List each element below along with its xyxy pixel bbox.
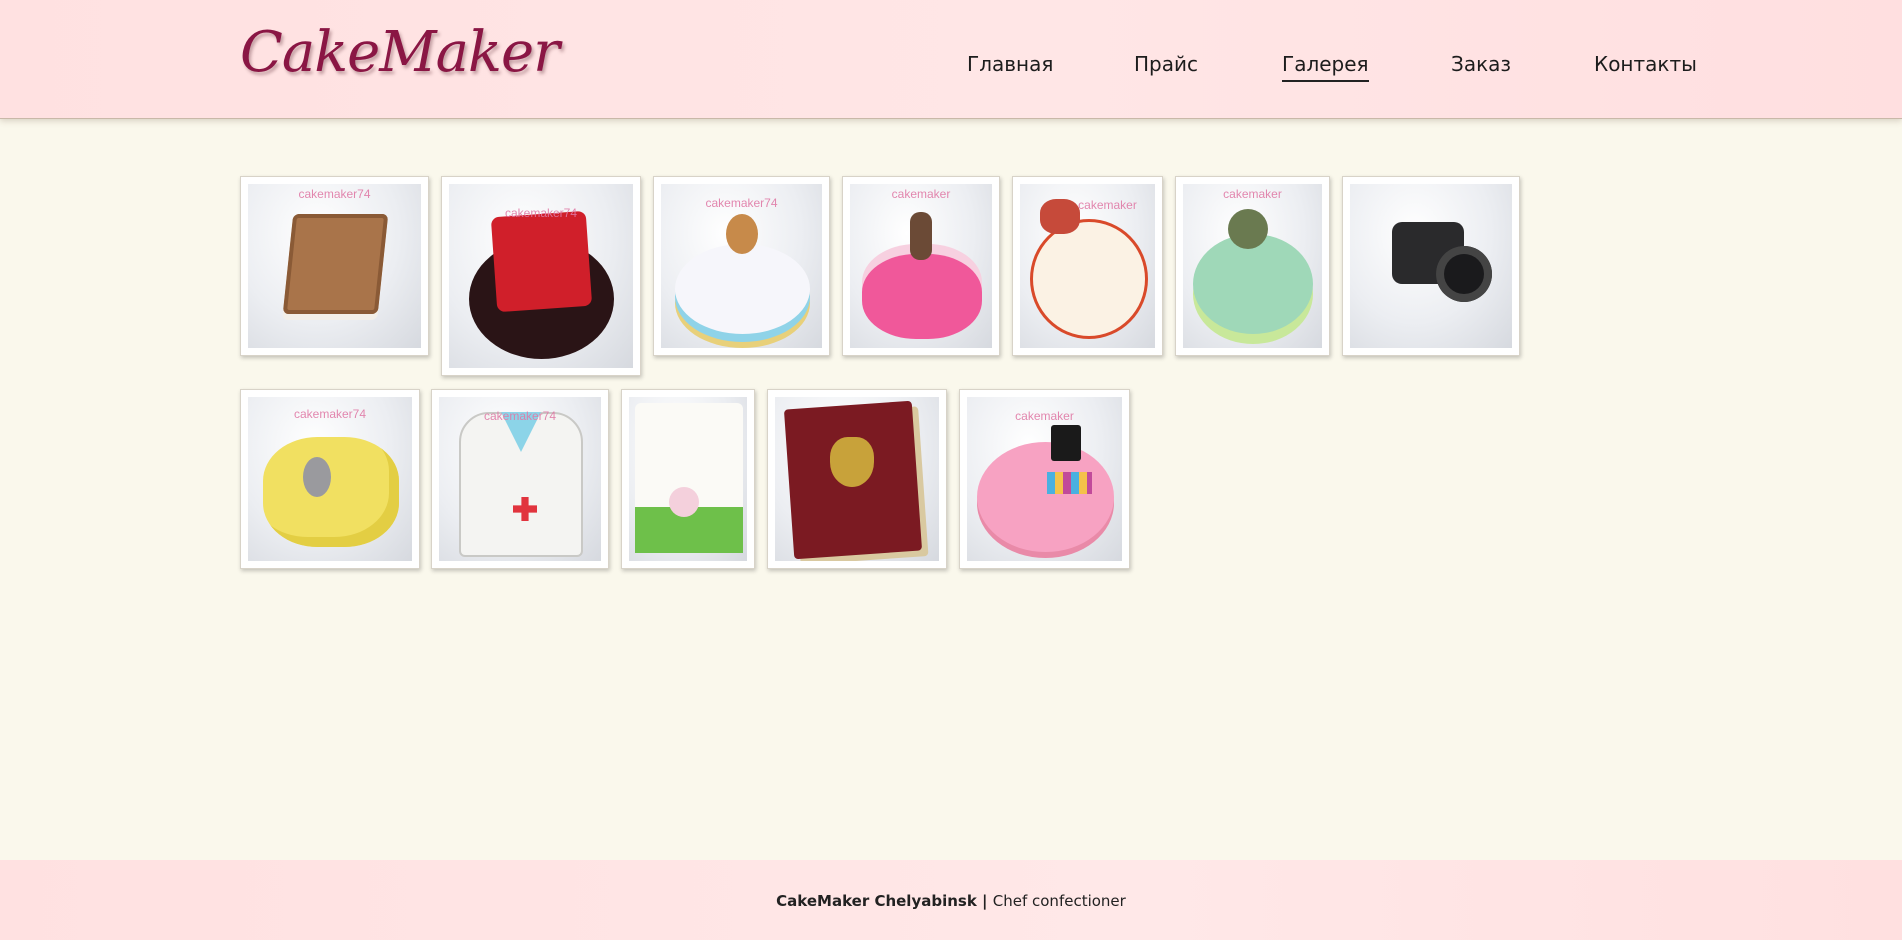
cake-photo: cakemaker: [1020, 184, 1155, 348]
footer-text: CakeMaker Chelyabinsk | Chef confectione…: [0, 892, 1902, 910]
watermark-text: cakemaker: [1015, 409, 1074, 423]
watermark-text: cakemaker74: [298, 187, 371, 201]
cake-image: [862, 254, 982, 339]
watermark-text: cakemaker: [891, 187, 951, 201]
cake-image: [910, 212, 932, 260]
site-footer: CakeMaker Chelyabinsk | Chef confectione…: [0, 860, 1902, 940]
cake-image: [303, 457, 331, 497]
cake-image: [669, 487, 699, 517]
gallery-thumbnail[interactable]: cakemaker74: [240, 389, 420, 569]
watermark-text: cakemaker74: [504, 206, 578, 220]
cake-image: [977, 442, 1114, 552]
nav-contacts[interactable]: Контакты: [1594, 52, 1697, 80]
site-header: CakeMaker Главная Прайс Галерея Заказ Ко…: [0, 0, 1902, 119]
nav-order[interactable]: Заказ: [1451, 52, 1511, 80]
cake-image: [1047, 472, 1092, 494]
watermark-text: cakemaker: [1078, 198, 1137, 212]
nav-gallery[interactable]: Галерея: [1282, 52, 1369, 82]
gallery-thumbnail[interactable]: cakemaker74: [431, 389, 609, 569]
footer-brand: CakeMaker Chelyabinsk: [776, 892, 977, 910]
cake-photo: cakemaker74: [449, 184, 633, 368]
cake-photo: cakemaker74: [248, 184, 421, 348]
watermark-text: cakemaker74: [705, 196, 778, 210]
cake-photo: [1350, 184, 1512, 348]
nav-home[interactable]: Главная: [967, 52, 1053, 80]
gallery-thumbnail[interactable]: cakemaker74: [653, 176, 830, 356]
gallery-thumbnail[interactable]: [621, 389, 755, 569]
nav-price[interactable]: Прайс: [1134, 52, 1198, 80]
gallery-thumbnail[interactable]: cakemaker: [1012, 176, 1163, 356]
gallery-thumbnail[interactable]: cakemaker74: [441, 176, 641, 376]
gallery-thumbnail[interactable]: cakemaker: [842, 176, 1000, 356]
gallery-thumbnail[interactable]: cakemaker: [959, 389, 1130, 569]
cake-image: [1228, 209, 1268, 249]
cake-image: [263, 437, 399, 547]
footer-separator: |: [976, 892, 993, 910]
cake-photo: cakemaker: [1183, 184, 1322, 348]
watermark-text: cakemaker: [1223, 187, 1282, 201]
cake-image: [675, 244, 810, 334]
cake-image: [726, 214, 758, 254]
cake-image: [1051, 425, 1081, 461]
footer-tagline: Chef confectioner: [992, 892, 1126, 910]
gallery-thumbnail[interactable]: cakemaker: [1175, 176, 1330, 356]
gallery-thumbnail[interactable]: [1342, 176, 1520, 356]
cake-photo: cakemaker74: [661, 184, 822, 348]
cake-photo: [629, 397, 747, 561]
cake-photo: cakemaker: [967, 397, 1122, 561]
gallery-thumbnail[interactable]: [767, 389, 947, 569]
cake-image: [1030, 219, 1148, 339]
cake-image: [1436, 246, 1492, 302]
cake-photo: cakemaker74: [439, 397, 601, 561]
watermark-text: cakemaker74: [483, 409, 557, 423]
cake-photo: cakemaker74: [248, 397, 412, 561]
cake-image: [1193, 234, 1313, 334]
cake-photo: cakemaker: [850, 184, 992, 348]
cake-image: [830, 437, 874, 487]
site-logo[interactable]: CakeMaker: [240, 20, 560, 85]
watermark-text: cakemaker74: [293, 407, 367, 421]
gallery-thumbnail[interactable]: cakemaker74: [240, 176, 429, 356]
cake-image: [490, 210, 593, 313]
cake-image: [282, 214, 389, 314]
cake-photo: [775, 397, 939, 561]
